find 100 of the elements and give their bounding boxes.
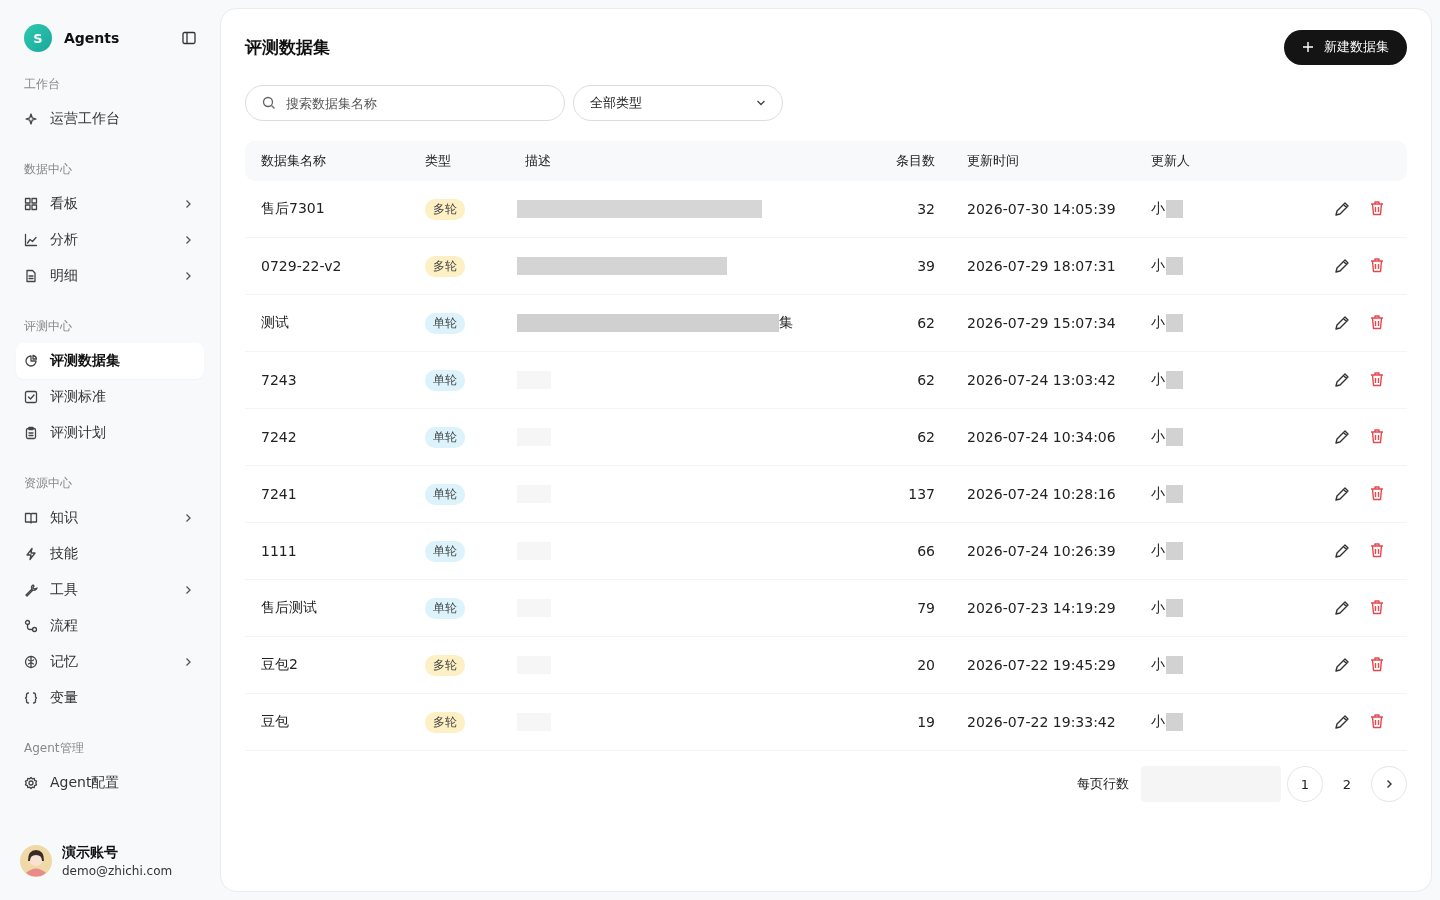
delete-icon[interactable]: [1369, 371, 1385, 387]
type-tag: 单轮: [425, 483, 465, 505]
edit-icon[interactable]: [1333, 542, 1351, 560]
nav-item[interactable]: 流程: [16, 608, 204, 644]
user-avatar: [20, 845, 52, 877]
delete-icon[interactable]: [1369, 599, 1385, 615]
edit-icon[interactable]: [1333, 200, 1351, 218]
delete-icon[interactable]: [1369, 428, 1385, 444]
column-header: 类型: [424, 152, 452, 170]
sidebar-toggle-icon[interactable]: [182, 31, 196, 45]
table-cell-text: 79: [916, 600, 936, 616]
chevron-right-icon: [184, 271, 192, 281]
table-cell-text: 0729-22-v2: [260, 258, 343, 274]
edit-icon[interactable]: [1333, 485, 1351, 503]
edit-icon[interactable]: [1333, 428, 1351, 446]
redacted-block: [1166, 371, 1183, 389]
redacted-block: [1166, 257, 1183, 275]
new-dataset-button[interactable]: 新建数据集: [1284, 29, 1407, 65]
table-cell-text: 豆包2: [260, 656, 299, 674]
delete-icon[interactable]: [1369, 656, 1385, 672]
nav-item[interactable]: 变量: [16, 680, 204, 716]
nav-item[interactable]: 明细: [16, 258, 204, 294]
type-tag: 单轮: [425, 426, 465, 448]
table-cell-text: 39: [916, 258, 936, 274]
search-icon: [262, 96, 276, 110]
nav-item[interactable]: 评测计划: [16, 415, 204, 451]
table-cell-text: 2026-07-23 14:19:29: [966, 600, 1117, 616]
gear-icon: [24, 776, 38, 790]
table-cell-text: 2026-07-24 10:34:06: [966, 429, 1117, 445]
redacted-block: [1166, 485, 1183, 503]
page-title: 评测数据集: [245, 35, 330, 59]
rows-per-page-label: 每页行数: [1077, 775, 1129, 793]
table-cell-text: 137: [907, 486, 936, 502]
brand-logo: S: [24, 24, 52, 52]
column-header: 更新人: [1150, 152, 1191, 170]
edit-icon[interactable]: [1333, 713, 1351, 731]
bolt-icon: [24, 547, 38, 561]
table-cell: 小: [1151, 371, 1165, 389]
nav-item[interactable]: 知识: [16, 500, 204, 536]
table-cell: 小: [1151, 428, 1165, 446]
section-heading: 评测中心: [23, 318, 73, 335]
redacted-block: [1166, 314, 1183, 332]
table-cell-text: 7241: [260, 486, 298, 502]
page-button[interactable]: 1: [1287, 766, 1323, 802]
edit-icon[interactable]: [1333, 257, 1351, 275]
table-cell-text: 62: [916, 315, 936, 331]
section-heading: 数据中心: [23, 161, 73, 178]
column-header: 数据集名称: [260, 152, 327, 170]
chevron-right-icon: [184, 585, 192, 595]
table-cell-text: 2026-07-24 13:03:42: [966, 372, 1117, 388]
nav-item[interactable]: 技能: [16, 536, 204, 572]
edit-icon[interactable]: [1333, 599, 1351, 617]
type-tag: 多轮: [425, 711, 465, 733]
delete-icon[interactable]: [1369, 314, 1385, 330]
delete-icon[interactable]: [1369, 485, 1385, 501]
redacted-block: [1166, 599, 1183, 617]
redacted-block: [1166, 428, 1183, 446]
edit-icon[interactable]: [1333, 371, 1351, 389]
nav-item[interactable]: 分析: [16, 222, 204, 258]
edit-icon[interactable]: [1333, 656, 1351, 674]
nav-item[interactable]: 评测标准: [16, 379, 204, 415]
redacted-block: [1166, 656, 1183, 674]
delete-icon[interactable]: [1369, 542, 1385, 558]
type-tag: 单轮: [425, 369, 465, 391]
column-header: 条目数: [895, 152, 936, 170]
plus-icon: [1302, 41, 1314, 53]
table-cell-text: 豆包: [260, 713, 290, 731]
clipboard-icon: [24, 426, 38, 440]
nav-item[interactable]: 工具: [16, 572, 204, 608]
sparkle-icon: [24, 112, 38, 126]
delete-icon[interactable]: [1369, 200, 1385, 216]
nav-item[interactable]: 看板: [16, 186, 204, 222]
type-tag: 单轮: [425, 597, 465, 619]
chevron-down-icon: [756, 98, 766, 108]
user-name: 演示账号: [62, 844, 119, 862]
nav-item[interactable]: 运营工作台: [16, 101, 204, 137]
chevron-right-icon: [184, 513, 192, 523]
table-cell: 小: [1151, 599, 1165, 617]
table-cell: 集: [779, 314, 793, 332]
edit-icon[interactable]: [1333, 314, 1351, 332]
pie-icon: [24, 354, 38, 368]
table-cell-text: 售后测试: [260, 599, 318, 617]
chevron-right-icon: [184, 199, 192, 209]
redacted-block: [1166, 200, 1183, 218]
table-cell-text: 2026-07-24 10:26:39: [966, 543, 1117, 559]
type-tag: 多轮: [425, 198, 465, 220]
table-cell-text: 2026-07-29 18:07:31: [966, 258, 1117, 274]
table-cell-text: 32: [916, 201, 936, 217]
delete-icon[interactable]: [1369, 257, 1385, 273]
nav-item[interactable]: Agent配置: [16, 765, 204, 801]
delete-icon[interactable]: [1369, 713, 1385, 729]
table-cell-text: 19: [916, 714, 936, 730]
table-cell-text: 测试: [260, 314, 290, 332]
chevron-right-icon: [184, 235, 192, 245]
nav-item[interactable]: 记忆: [16, 644, 204, 680]
nav-item[interactable]: 评测数据集: [16, 343, 204, 379]
table-cell-text: 7242: [260, 429, 298, 445]
chart-icon: [24, 233, 38, 247]
type-tag: 单轮: [425, 540, 465, 562]
brand-name: Agents: [64, 30, 121, 46]
